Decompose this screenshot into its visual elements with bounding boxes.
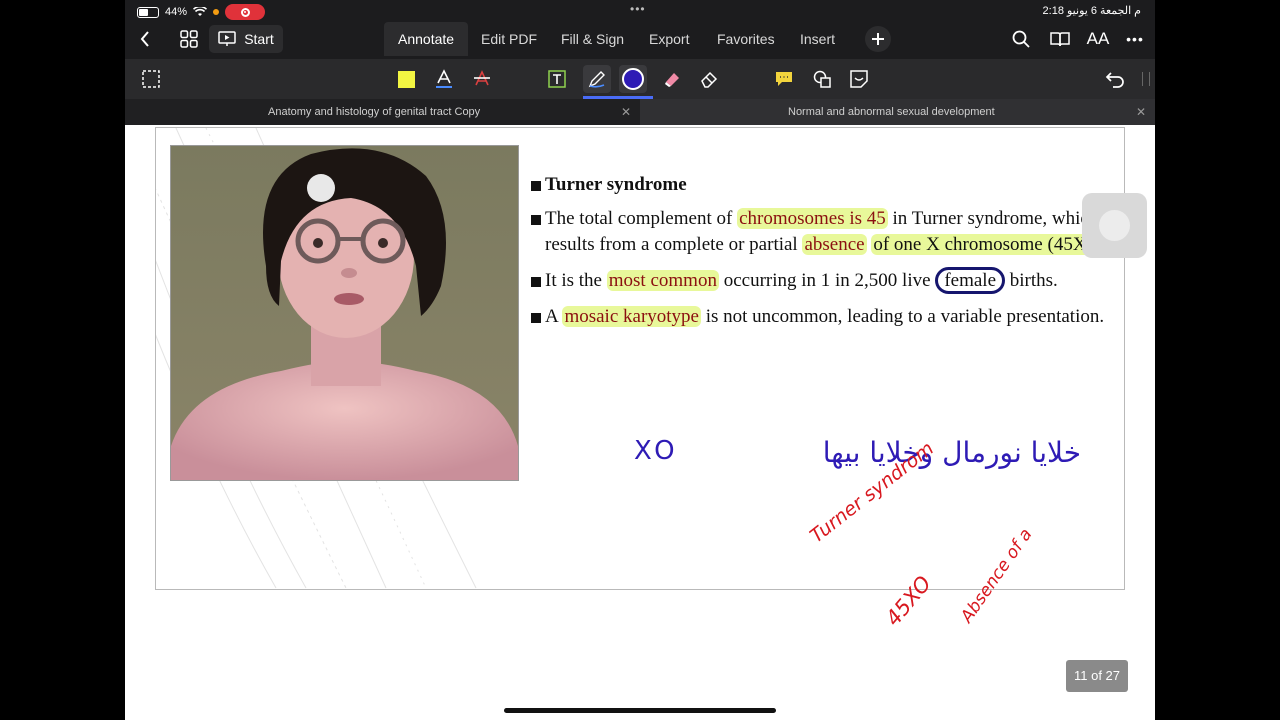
assistive-touch-button[interactable]: [1082, 193, 1147, 258]
tab-fill-sign[interactable]: Fill & Sign: [561, 22, 624, 56]
doc-tab-title: Anatomy and histology of genital tract C…: [268, 106, 481, 118]
plus-icon: [872, 33, 884, 45]
battery-percent: 44%: [165, 6, 188, 18]
page-indicator: 11 of 27: [1066, 660, 1128, 692]
presentation-icon: [218, 31, 236, 46]
sticker-tool[interactable]: [845, 65, 873, 93]
text-underline-icon: [436, 69, 452, 88]
underline-tool[interactable]: [430, 65, 458, 93]
undo-button[interactable]: [1101, 65, 1129, 93]
select-icon: [142, 70, 160, 88]
highlight: mosaic karyotype: [562, 306, 701, 327]
pen-eraser-tool[interactable]: [658, 65, 686, 93]
handwriting-xo: XO: [634, 436, 679, 466]
strikethrough-tool[interactable]: [468, 65, 496, 93]
bullet-chromosome-count: The total complement of chromosomes is 4…: [531, 206, 1116, 258]
slide-page: Turner syndrome The total complement of …: [155, 127, 1125, 590]
pen-icon: [588, 71, 605, 88]
bullet-prevalence: It is the most common occurring in 1 in …: [531, 267, 1116, 294]
slide-text: Turner syndrome The total complement of …: [531, 172, 1116, 340]
grid-icon: [180, 30, 198, 48]
search-button[interactable]: [1009, 27, 1033, 51]
undo-icon: [1105, 72, 1124, 88]
highlight-tool[interactable]: [392, 65, 420, 93]
highlight: chromosomes is 45: [737, 208, 888, 229]
color-swatch-icon: [622, 68, 644, 90]
search-icon: [1012, 30, 1030, 48]
top-nav-bar: Start Annotate Edit PDF Fill & Sign Expo…: [125, 22, 1155, 58]
tab-annotate[interactable]: Annotate: [384, 22, 469, 56]
grid-view-button[interactable]: [177, 27, 201, 51]
annotation-toolbar: [125, 59, 1155, 99]
highlight: of one X chromosome (45XO): [871, 234, 1109, 255]
ellipsis-icon: •••: [1126, 31, 1144, 47]
drag-handle-icon[interactable]: [1142, 72, 1150, 86]
eraser-tool[interactable]: [695, 65, 723, 93]
strikethrough-icon: [474, 70, 490, 86]
more-options-button[interactable]: •••: [1123, 27, 1147, 51]
sticker-icon: [850, 70, 868, 88]
reader-view-button[interactable]: [1047, 27, 1073, 51]
doc-tab-sexual-development[interactable]: Normal and abnormal sexual development ✕: [640, 99, 1155, 125]
back-button[interactable]: [133, 27, 157, 51]
doc-tab-anatomy[interactable]: Anatomy and histology of genital tract C…: [125, 99, 639, 125]
battery-icon: [137, 6, 159, 18]
start-label: Start: [244, 31, 274, 47]
close-icon[interactable]: ✕: [1136, 99, 1146, 125]
tab-favorites[interactable]: Favorites: [717, 22, 775, 56]
pen-color-picker[interactable]: [619, 65, 647, 93]
pdf-app-window: 44% ••• 2:18 م الجمعة 6 يونيو Start Anno…: [125, 0, 1155, 720]
date-time: 2:18 م الجمعة 6 يونيو: [1042, 5, 1141, 17]
eraser-pen-icon: [665, 73, 679, 87]
chevron-left-icon: [140, 31, 149, 47]
shapes-icon: [813, 70, 831, 88]
document-tabs: Anatomy and histology of genital tract C…: [125, 99, 1155, 125]
circled-word: female: [935, 267, 1005, 294]
record-icon: [240, 7, 250, 17]
tab-edit-pdf[interactable]: Edit PDF: [481, 22, 537, 56]
shapes-tool[interactable]: [808, 65, 836, 93]
comment-icon: [776, 72, 792, 86]
home-indicator[interactable]: [504, 708, 776, 713]
pen-tool[interactable]: [583, 65, 611, 93]
tab-export[interactable]: Export: [649, 22, 689, 56]
book-icon: [1050, 32, 1070, 47]
highlight: absence: [802, 234, 867, 255]
doc-tab-title: Normal and abnormal sexual development: [788, 106, 995, 118]
text-box-icon: [548, 70, 566, 88]
text-size-icon: AA: [1086, 29, 1110, 48]
patient-photo: [170, 145, 519, 481]
slide-heading: Turner syndrome: [531, 172, 1116, 198]
text-box-tool[interactable]: [543, 65, 571, 93]
wifi-icon: [193, 7, 208, 16]
eraser-icon: [701, 71, 718, 88]
lasso-select-tool[interactable]: [137, 65, 165, 93]
multitask-dots-icon[interactable]: •••: [630, 2, 646, 16]
bullet-mosaic: A mosaic karyotype is not uncommon, lead…: [531, 304, 1116, 330]
comment-tool[interactable]: [770, 65, 798, 93]
add-tool-button[interactable]: [865, 26, 891, 52]
screen-recording-indicator[interactable]: [225, 4, 266, 20]
highlight-icon: [397, 70, 415, 88]
close-icon[interactable]: ✕: [621, 99, 631, 125]
orange-dot-icon: [213, 9, 220, 15]
pdf-page-canvas[interactable]: Turner syndrome The total complement of …: [125, 125, 1155, 720]
text-size-button[interactable]: AA: [1085, 27, 1111, 51]
tab-insert[interactable]: Insert: [800, 22, 835, 56]
highlight: most common: [606, 270, 719, 291]
status-bar: 44% ••• 2:18 م الجمعة 6 يونيو: [125, 0, 1155, 22]
start-presentation-button[interactable]: Start: [209, 25, 283, 53]
